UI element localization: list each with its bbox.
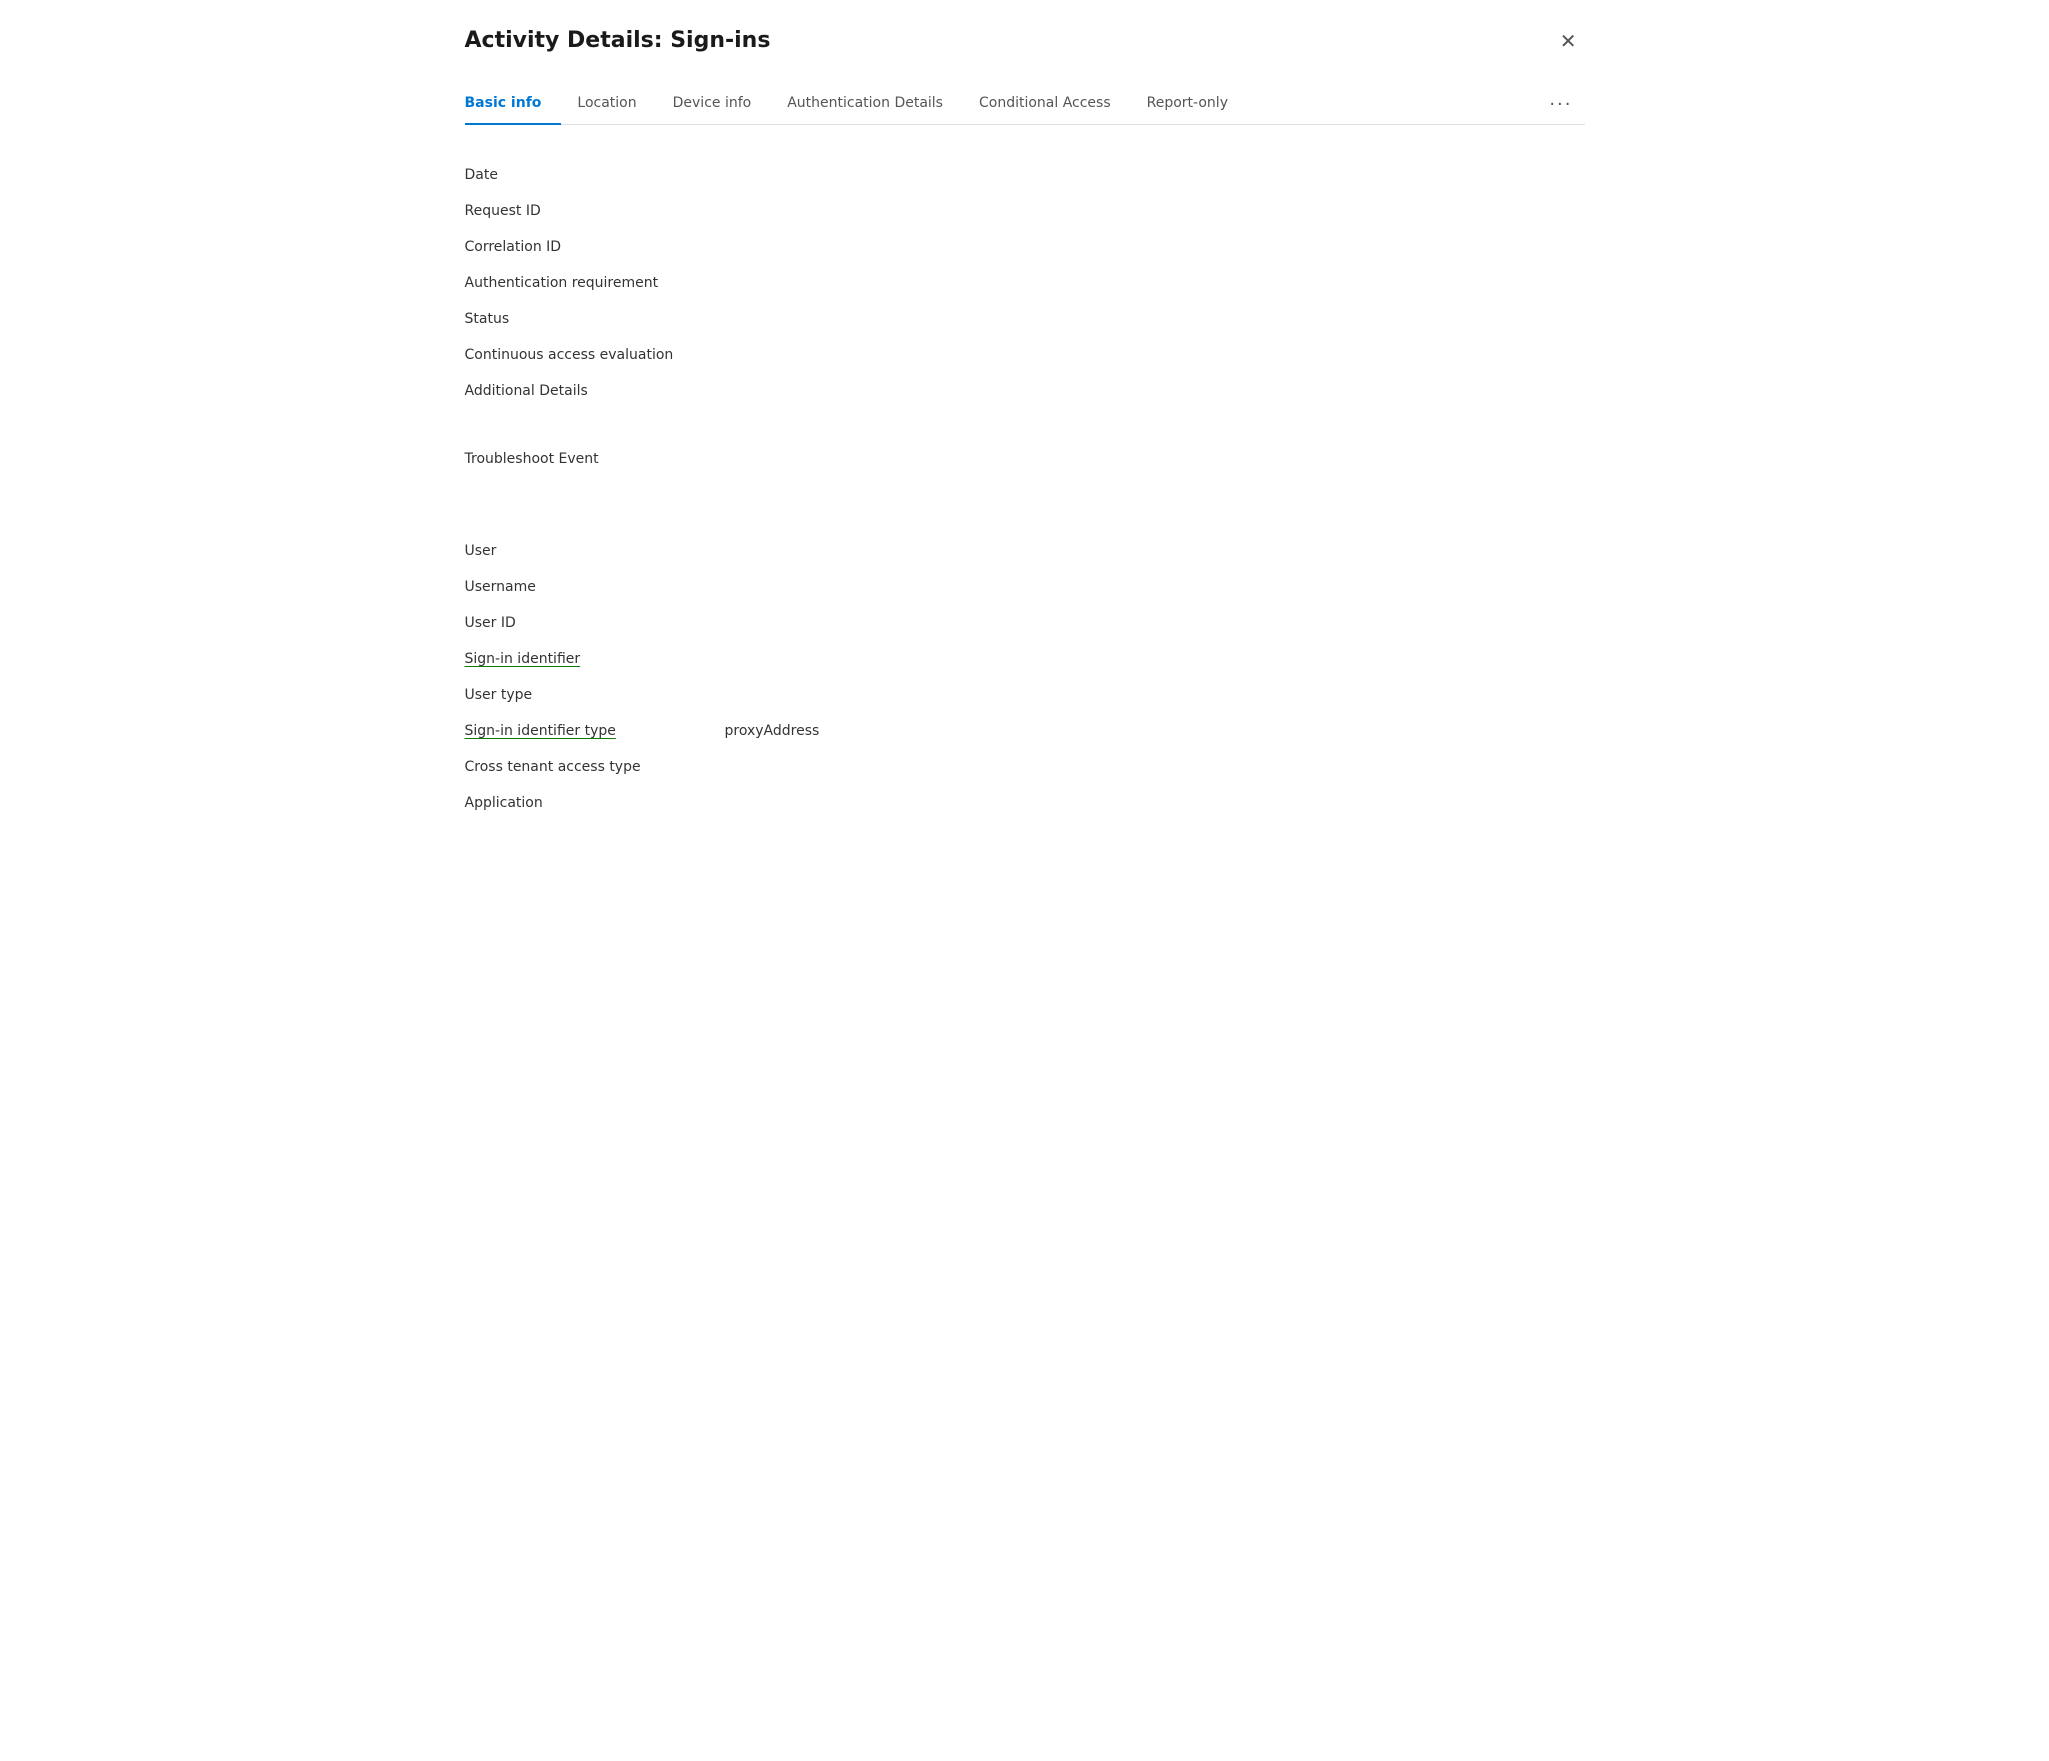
field-row-troubleshoot: Troubleshoot Event (465, 441, 1585, 477)
value-signin-identifier-type: proxyAddress (725, 723, 1585, 739)
field-row-user: User (465, 533, 1585, 569)
field-row-correlation-id: Correlation ID (465, 229, 1585, 265)
tab-content: Date Request ID Correlation ID Authentic… (465, 149, 1585, 829)
field-row-status: Status (465, 301, 1585, 337)
tab-location[interactable]: Location (577, 85, 656, 125)
field-row-application: Application (465, 785, 1585, 821)
field-row-user-id: User ID (465, 605, 1585, 641)
label-status: Status (465, 311, 725, 327)
label-auth-requirement: Authentication requirement (465, 275, 725, 291)
activity-details-panel: Activity Details: Sign-ins ✕ Basic info … (425, 0, 1625, 1761)
label-user-id: User ID (465, 615, 725, 631)
field-row-signin-identifier: Sign-in identifier (465, 641, 1585, 677)
panel-title: Activity Details: Sign-ins (465, 28, 771, 53)
gap-3 (465, 509, 1585, 533)
field-row-signin-identifier-type: Sign-in identifier type proxyAddress (465, 713, 1585, 749)
label-continuous-access: Continuous access evaluation (465, 347, 725, 363)
label-signin-identifier: Sign-in identifier (465, 651, 725, 667)
field-row-date: Date (465, 157, 1585, 193)
panel-header: Activity Details: Sign-ins ✕ (465, 28, 1585, 56)
label-application: Application (465, 795, 725, 811)
label-username: Username (465, 579, 725, 595)
label-troubleshoot: Troubleshoot Event (465, 451, 725, 467)
label-additional-details: Additional Details (465, 383, 725, 399)
tab-conditional-access[interactable]: Conditional Access (979, 85, 1131, 125)
tab-device-info[interactable]: Device info (673, 85, 772, 125)
field-row-continuous-access: Continuous access evaluation (465, 337, 1585, 373)
tab-report-only[interactable]: Report-only (1147, 85, 1248, 125)
label-signin-identifier-type: Sign-in identifier type (465, 723, 725, 739)
field-row-additional-details: Additional Details (465, 373, 1585, 409)
label-correlation-id: Correlation ID (465, 239, 725, 255)
label-user: User (465, 543, 725, 559)
user-fields-section: User Username User ID Sign-in identifier… (465, 533, 1585, 821)
basic-fields-section: Date Request ID Correlation ID Authentic… (465, 157, 1585, 409)
field-row-username: Username (465, 569, 1585, 605)
close-button[interactable]: ✕ (1552, 28, 1585, 56)
label-date: Date (465, 167, 725, 183)
field-row-request-id: Request ID (465, 193, 1585, 229)
tabs-more-button[interactable]: ··· (1537, 86, 1584, 125)
label-request-id: Request ID (465, 203, 725, 219)
field-row-auth-requirement: Authentication requirement (465, 265, 1585, 301)
tab-basic-info[interactable]: Basic info (465, 85, 562, 125)
label-cross-tenant: Cross tenant access type (465, 759, 725, 775)
tab-authentication-details[interactable]: Authentication Details (787, 85, 963, 125)
tabs-bar: Basic info Location Device info Authenti… (465, 84, 1585, 125)
field-row-user-type: User type (465, 677, 1585, 713)
gap-1 (465, 409, 1585, 441)
field-row-cross-tenant: Cross tenant access type (465, 749, 1585, 785)
label-user-type: User type (465, 687, 725, 703)
gap-2 (465, 477, 1585, 509)
